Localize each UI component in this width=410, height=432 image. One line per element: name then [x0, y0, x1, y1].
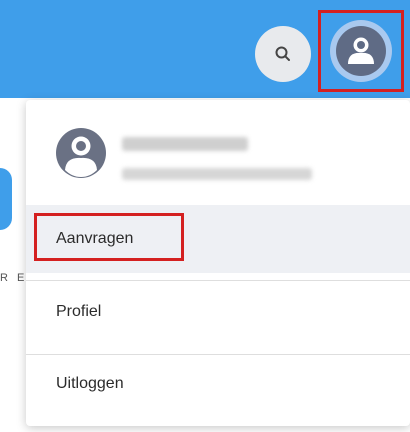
- menu-item-label: Profiel: [56, 303, 102, 320]
- menu-item-profile[interactable]: Profiel: [26, 288, 410, 336]
- divider: [26, 280, 410, 281]
- user-info-header: [26, 100, 410, 205]
- search-icon: [275, 46, 290, 61]
- avatar: [330, 20, 392, 82]
- menu-item-logout[interactable]: Uitloggen: [26, 354, 410, 412]
- search-button[interactable]: [255, 26, 311, 82]
- menu-item-label: Uitloggen: [56, 374, 124, 392]
- user-avatar-icon: [348, 37, 374, 64]
- user-name-redacted: [122, 137, 248, 151]
- profile-menu-button[interactable]: [318, 10, 404, 92]
- user-email-redacted: [122, 168, 312, 180]
- background-text-fragment: R E: [0, 272, 28, 284]
- user-avatar-icon: [56, 128, 106, 178]
- top-bar: [0, 0, 410, 98]
- highlight-box: [34, 213, 184, 261]
- background-logo-fragment: [0, 168, 12, 230]
- user-dropdown-menu: Aanvragen Profiel Uitloggen: [26, 100, 410, 426]
